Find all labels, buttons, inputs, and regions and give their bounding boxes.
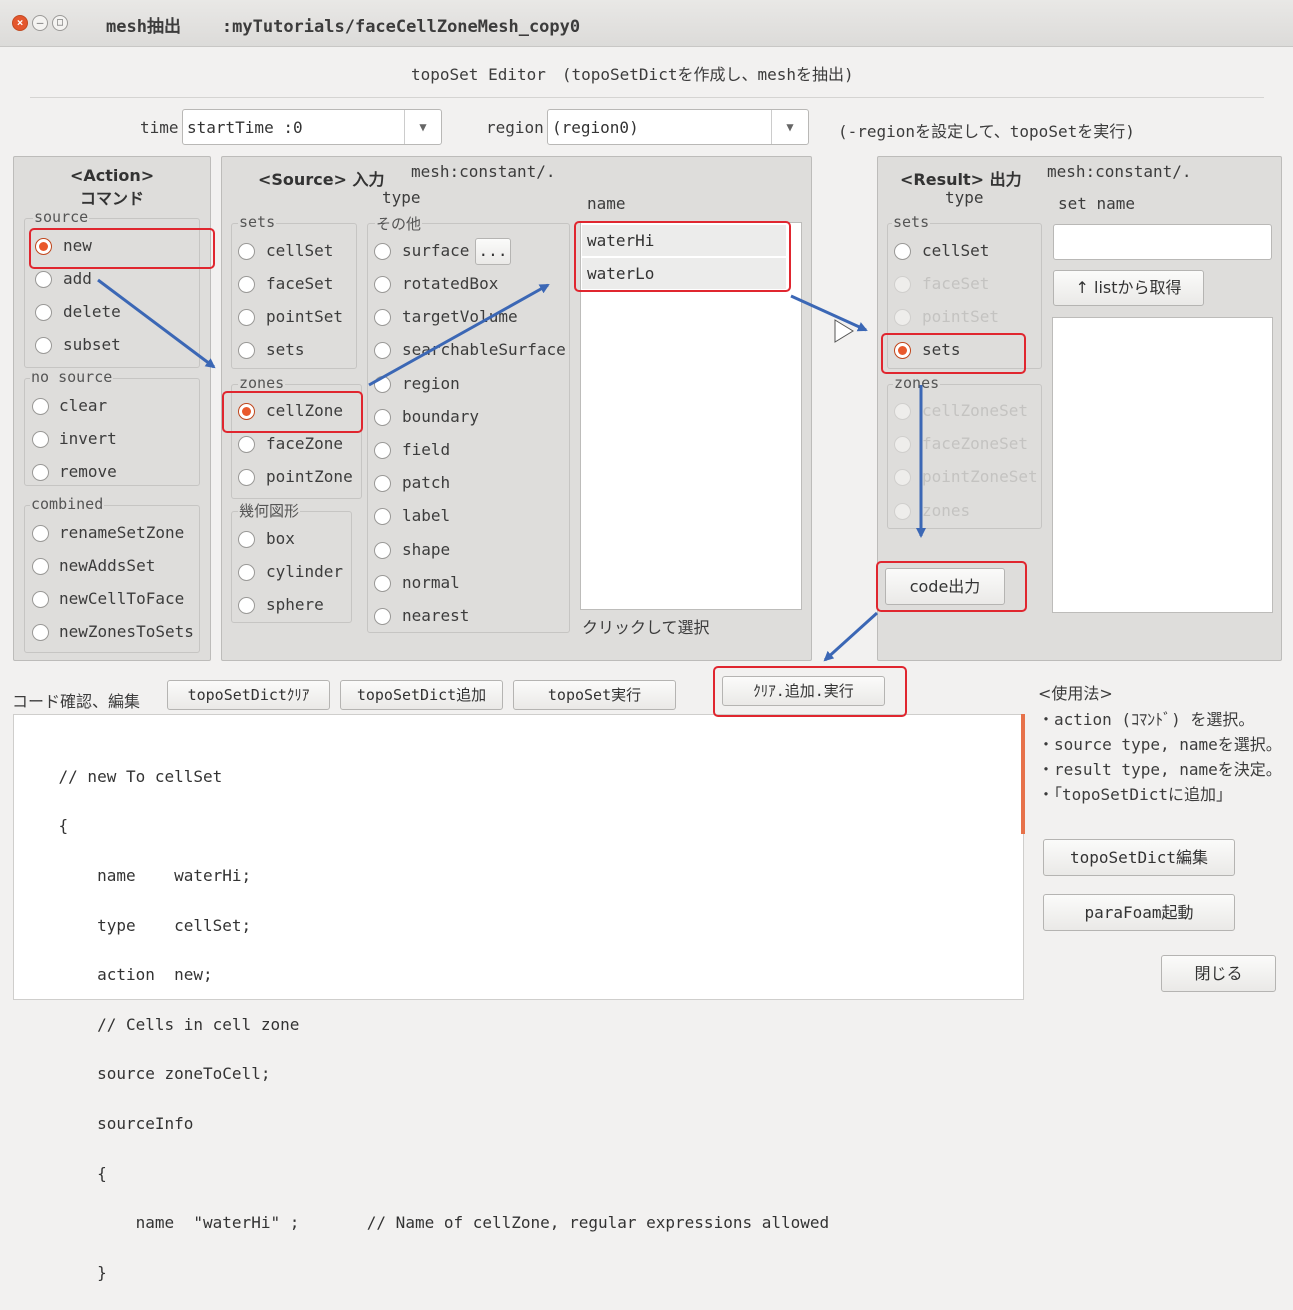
code-line: source zoneToCell; <box>20 1064 271 1084</box>
code-line: } <box>20 1262 107 1282</box>
annotation-arrows <box>97 278 926 662</box>
code-line: name "waterHi" ; // Name of cellZone, re… <box>20 1213 830 1233</box>
code-line: { <box>20 1163 107 1183</box>
code-line: // Cells in cell zone <box>20 1014 300 1034</box>
annotation-arrow <box>823 611 879 662</box>
annotation-arrow <box>97 278 216 369</box>
annotation-arrow <box>790 294 868 332</box>
annotation-arrow <box>368 283 550 387</box>
code-line: sourceInfo <box>20 1113 194 1133</box>
